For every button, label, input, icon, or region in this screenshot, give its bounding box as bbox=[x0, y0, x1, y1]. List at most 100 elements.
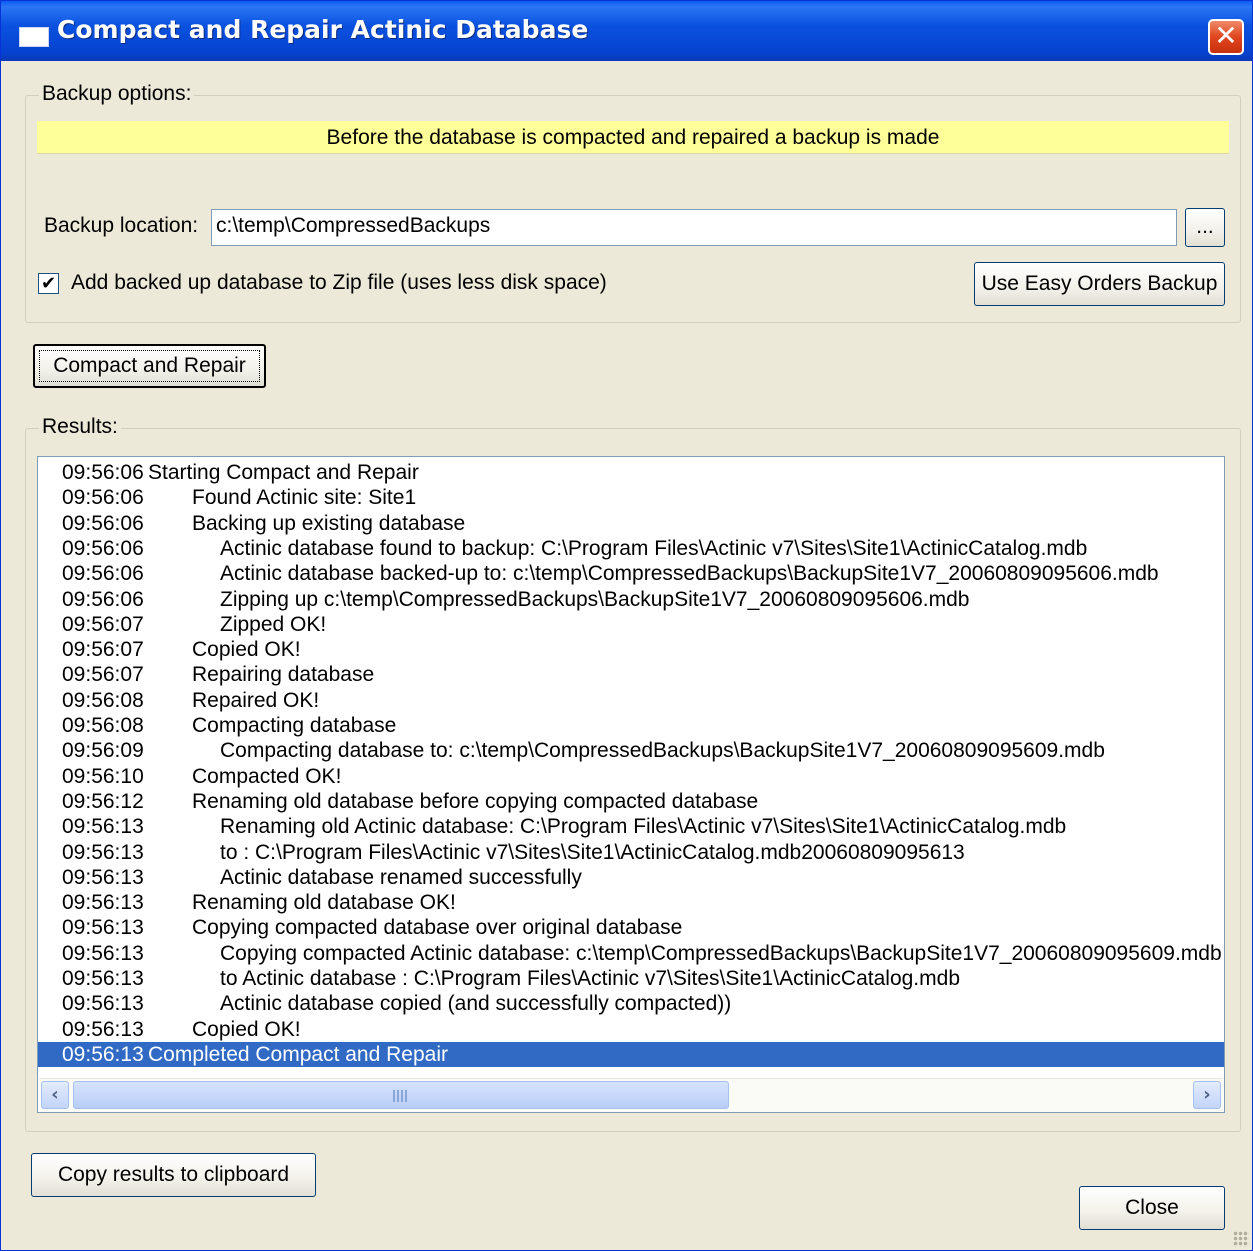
log-time: 09:56:13 bbox=[62, 865, 144, 889]
chevron-left-icon: ‹ bbox=[51, 1084, 59, 1105]
use-easy-orders-backup-button[interactable]: Use Easy Orders Backup bbox=[974, 262, 1225, 306]
zip-checkbox[interactable]: ✔ bbox=[38, 273, 59, 294]
results-label: Results: bbox=[39, 415, 121, 439]
log-message: Renaming old database OK! bbox=[192, 891, 456, 915]
focus-rectangle bbox=[39, 350, 260, 382]
log-time: 09:56:13 bbox=[62, 941, 144, 965]
log-time: 09:56:06 bbox=[62, 562, 144, 586]
list-item[interactable]: 09:56:13 Copying compacted Actinic databa… bbox=[38, 941, 1224, 966]
log-time: 09:56:13 bbox=[62, 1017, 144, 1041]
log-message: Compacting database bbox=[192, 714, 397, 737]
log-time: 09:56:07 bbox=[62, 638, 144, 662]
compact-and-repair-button[interactable]: Compact and Repair bbox=[33, 344, 266, 388]
backup-location-input[interactable]: c:\temp\CompressedBackups bbox=[211, 209, 1177, 246]
log-message: Starting Compact and Repair bbox=[148, 461, 419, 484]
log-time: 09:56:12 bbox=[62, 789, 144, 813]
scrollbar-thumb[interactable] bbox=[73, 1081, 729, 1109]
backup-info-banner: Before the database is compacted and rep… bbox=[37, 121, 1229, 154]
log-message: Actinic database renamed successfully bbox=[220, 865, 582, 889]
scroll-right-button[interactable]: › bbox=[1193, 1081, 1221, 1109]
log-time: 09:56:10 bbox=[62, 764, 144, 788]
resize-grip-icon[interactable] bbox=[1233, 1231, 1249, 1247]
close-button[interactable]: Close bbox=[1079, 1186, 1225, 1230]
list-item[interactable]: 09:56:13 Renaming old database OK! bbox=[38, 890, 1224, 915]
log-time: 09:56:07 bbox=[62, 663, 144, 687]
close-icon: ✕ bbox=[1214, 19, 1238, 52]
log-message: Completed Compact and Repair bbox=[148, 1042, 448, 1066]
backup-location-label: Backup location: bbox=[44, 214, 199, 237]
list-item[interactable]: 09:56:06 Zipping up c:\temp\CompressedBac… bbox=[38, 587, 1224, 612]
list-item[interactable]: 09:56:06 Starting Compact and Repair bbox=[38, 460, 1224, 485]
log-time: 09:56:07 bbox=[62, 612, 144, 636]
list-item[interactable]: 09:56:13 Actinic database copied (and suc… bbox=[38, 991, 1224, 1016]
list-item[interactable]: 09:56:06 Found Actinic site: Site1 bbox=[38, 485, 1224, 510]
list-item[interactable]: 09:56:06 Backing up existing database bbox=[38, 511, 1224, 536]
zip-checkbox-label[interactable]: Add backed up database to Zip file (uses… bbox=[71, 271, 607, 295]
grip-icon bbox=[393, 1090, 409, 1102]
title-bar[interactable]: Compact and Repair Actinic Database ✕ bbox=[1, 1, 1252, 61]
log-message: Repaired OK! bbox=[192, 688, 320, 712]
log-time: 09:56:13 bbox=[62, 815, 144, 839]
log-message: Zipped OK! bbox=[220, 612, 327, 636]
dialog-window: Compact and Repair Actinic Database ✕ Ba… bbox=[0, 0, 1253, 1251]
log-message: Actinic database backed-up to: c:\temp\C… bbox=[220, 562, 1159, 586]
log-time: 09:56:06 bbox=[62, 486, 144, 510]
list-item[interactable]: 09:56:06 Actinic database found to backup… bbox=[38, 536, 1224, 561]
list-item[interactable]: 09:56:07 Zipped OK! bbox=[38, 612, 1224, 637]
list-item[interactable]: 09:56:13 Copying compacted database over … bbox=[38, 915, 1224, 940]
close-window-button[interactable]: ✕ bbox=[1208, 19, 1244, 55]
log-message: Actinic database copied (and successfull… bbox=[220, 992, 732, 1016]
log-message: Copied OK! bbox=[192, 638, 301, 662]
log-time: 09:56:13 bbox=[62, 1042, 144, 1066]
log-message: Renaming old Actinic database: C:\Progra… bbox=[220, 815, 1067, 839]
window-title: Compact and Repair Actinic Database bbox=[57, 15, 589, 44]
window-icon bbox=[19, 27, 49, 47]
log-message: Renaming old database before copying com… bbox=[192, 789, 759, 813]
log-time: 09:56:13 bbox=[62, 916, 144, 940]
log-time: 09:56:13 bbox=[62, 967, 144, 990]
list-item[interactable]: 09:56:08 Compacting database bbox=[38, 713, 1224, 738]
log-message: Compacting database to: c:\temp\Compress… bbox=[220, 739, 1105, 763]
list-item[interactable]: 09:56:07 Repairing database bbox=[38, 662, 1224, 687]
results-list[interactable]: 09:56:06 Starting Compact and Repair 09:56… bbox=[37, 456, 1225, 1113]
scroll-left-button[interactable]: ‹ bbox=[41, 1081, 69, 1109]
list-item[interactable]: 09:56:10 Compacted OK! bbox=[38, 764, 1224, 789]
backup-options-label: Backup options: bbox=[39, 82, 195, 106]
list-item[interactable]: 09:56:13 Renaming old Actinic database: C… bbox=[38, 814, 1224, 839]
list-item[interactable]: 09:56:06 Actinic database backed-up to: c… bbox=[38, 561, 1224, 586]
log-message: Compacted OK! bbox=[192, 764, 342, 788]
list-item[interactable]: 09:56:12 Renaming old database before cop… bbox=[38, 789, 1224, 814]
log-message: Zipping up c:\temp\CompressedBackups\Bac… bbox=[220, 587, 970, 611]
chevron-right-icon: › bbox=[1203, 1084, 1211, 1105]
log-time: 09:56:06 bbox=[62, 536, 144, 560]
log-message: to Actinic database : C:\Program Files\A… bbox=[220, 967, 960, 990]
log-message: Repairing database bbox=[192, 663, 375, 687]
log-time: 09:56:13 bbox=[62, 992, 144, 1016]
log-time: 09:56:06 bbox=[62, 461, 144, 484]
horizontal-scrollbar[interactable]: ‹ › bbox=[39, 1078, 1223, 1112]
copy-results-button[interactable]: Copy results to clipboard bbox=[31, 1153, 316, 1197]
log-time: 09:56:09 bbox=[62, 739, 144, 763]
list-item[interactable]: 09:56:13 to Actinic database : C:\Program… bbox=[38, 966, 1224, 991]
log-message: Found Actinic site: Site1 bbox=[192, 486, 417, 510]
log-time: 09:56:13 bbox=[62, 840, 144, 864]
list-item[interactable]: 09:56:13 to : C:\Program Files\Actinic v7… bbox=[38, 840, 1224, 865]
list-item[interactable]: 09:56:13 Copied OK! bbox=[38, 1017, 1224, 1042]
list-item[interactable]: 09:56:13 Actinic database renamed success… bbox=[38, 865, 1224, 890]
log-time: 09:56:08 bbox=[62, 714, 144, 737]
list-item[interactable]: 09:56:07 Copied OK! bbox=[38, 637, 1224, 662]
log-message: Copied OK! bbox=[192, 1017, 301, 1041]
log-message: Actinic database found to backup: C:\Pro… bbox=[220, 536, 1088, 560]
log-time: 09:56:13 bbox=[62, 891, 144, 915]
list-item[interactable]: 09:56:09 Compacting database to: c:\temp\… bbox=[38, 738, 1224, 763]
list-item[interactable]: 09:56:08 Repaired OK! bbox=[38, 688, 1224, 713]
log-message: Copying compacted database over original… bbox=[192, 916, 683, 940]
log-time: 09:56:06 bbox=[62, 511, 144, 535]
log-time: 09:56:08 bbox=[62, 688, 144, 712]
log-message: to : C:\Program Files\Actinic v7\Sites\S… bbox=[220, 840, 965, 864]
log-message: Copying compacted Actinic database: c:\t… bbox=[220, 941, 1222, 965]
log-message: Backing up existing database bbox=[192, 511, 466, 535]
list-item[interactable]: 09:56:13 Completed Compact and Repair bbox=[38, 1041, 1224, 1067]
log-time: 09:56:06 bbox=[62, 587, 144, 611]
browse-button[interactable]: ... bbox=[1185, 208, 1225, 247]
